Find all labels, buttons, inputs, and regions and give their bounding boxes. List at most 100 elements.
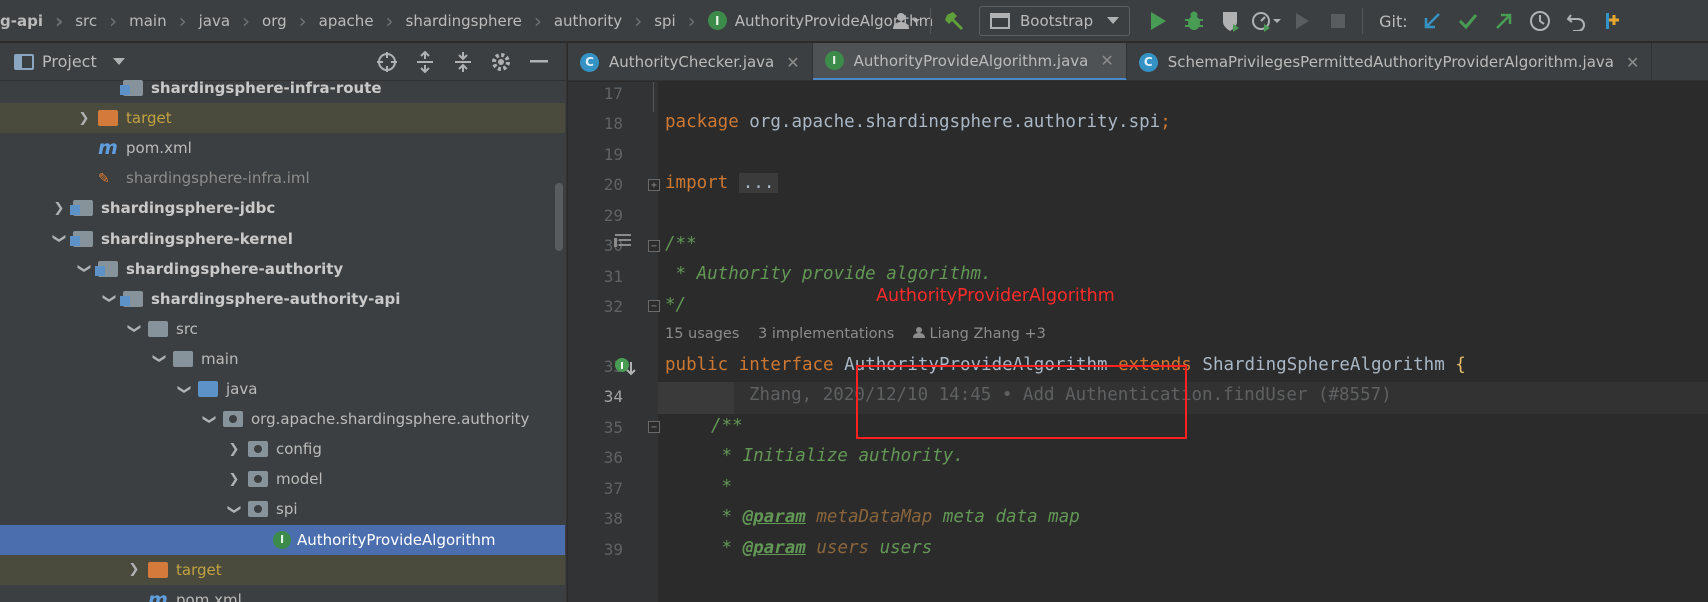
add-configuration-icon[interactable] bbox=[1594, 4, 1630, 38]
run-icon[interactable] bbox=[1140, 4, 1176, 38]
breadcrumb-item[interactable]: shardingsphere › bbox=[396, 11, 544, 31]
run-configuration-select[interactable]: Bootstrap bbox=[979, 6, 1131, 36]
tree-row[interactable]: ❯ config bbox=[0, 434, 565, 464]
breadcrumb-item[interactable]: main › bbox=[119, 11, 188, 31]
fold-collapse-icon[interactable]: − bbox=[648, 300, 660, 312]
tree-item-label: shardingsphere-kernel bbox=[101, 229, 293, 248]
code-line: * @param users users bbox=[711, 538, 933, 558]
chevron-right-icon[interactable]: ❯ bbox=[220, 442, 248, 457]
folded-imports[interactable]: ... bbox=[738, 173, 779, 193]
close-icon[interactable]: ✕ bbox=[1100, 51, 1113, 70]
fold-collapse-icon[interactable]: − bbox=[648, 240, 660, 252]
coverage-shield-icon[interactable] bbox=[1212, 4, 1248, 38]
build-hammer-icon[interactable] bbox=[937, 4, 973, 38]
chevron-down-icon[interactable]: ❯ bbox=[227, 495, 242, 523]
excluded-folder-icon bbox=[98, 110, 118, 127]
implementations-hint[interactable]: 3 implementations bbox=[758, 326, 894, 342]
navigation-bar: g-api › src › main › java › org › apache › sha… bbox=[0, 0, 1708, 42]
rollback-icon[interactable] bbox=[1558, 4, 1594, 38]
git-push-icon[interactable] bbox=[1486, 4, 1522, 38]
breadcrumb-item[interactable]: authority › bbox=[544, 11, 644, 31]
close-icon[interactable]: ✕ bbox=[1626, 53, 1639, 72]
project-tool-window: Project shardingsphere-infra-route ❯ targe… bbox=[0, 43, 567, 602]
profiler-icon[interactable] bbox=[1248, 4, 1284, 38]
breadcrumb-item[interactable]: src › bbox=[65, 11, 119, 31]
folder-icon bbox=[173, 350, 193, 367]
project-view-selector[interactable]: Project bbox=[14, 52, 125, 71]
tree-row[interactable]: ❯ main bbox=[0, 344, 565, 374]
tree-row[interactable]: ❯ target bbox=[0, 103, 565, 134]
usages-hint[interactable]: 15 usages bbox=[665, 326, 739, 342]
breadcrumb-item[interactable]: org › bbox=[252, 11, 309, 31]
close-icon[interactable]: ✕ bbox=[786, 53, 799, 72]
tree-item-label: config bbox=[276, 440, 322, 459]
implemented-by-icon[interactable]: I bbox=[614, 356, 636, 378]
tree-row[interactable]: ❯ shardingsphere-kernel bbox=[0, 224, 565, 254]
chevron-down-icon[interactable]: ❯ bbox=[77, 255, 92, 283]
tree-row[interactable]: ❯ org.apache.shardingsphere.authority bbox=[0, 404, 565, 434]
settings-gear-icon[interactable] bbox=[482, 51, 520, 73]
tree-row[interactable]: m pom.xml bbox=[0, 585, 565, 602]
code-line: package org.apache.shardingsphere.author… bbox=[665, 112, 1171, 132]
chevron-down-icon[interactable]: ❯ bbox=[52, 225, 67, 253]
tree-scrollbar[interactable] bbox=[555, 183, 563, 251]
chevron-down-icon[interactable]: ❯ bbox=[177, 375, 192, 403]
user-icon[interactable] bbox=[888, 4, 924, 38]
debug-bug-icon[interactable] bbox=[1176, 4, 1212, 38]
authors-hint[interactable]: Liang Zhang +3 bbox=[929, 326, 1045, 342]
chevron-down-icon[interactable]: ❯ bbox=[202, 405, 217, 433]
fold-collapse-icon[interactable]: − bbox=[648, 421, 660, 433]
main-toolbar: Bootstrap Git: bbox=[888, 0, 1630, 41]
tree-row[interactable]: ❯ target bbox=[0, 554, 565, 585]
chevron-right-icon[interactable]: ❯ bbox=[45, 201, 73, 216]
chevron-down-icon[interactable]: ❯ bbox=[102, 285, 117, 313]
tree-row[interactable]: ✎ shardingsphere-infra.iml bbox=[0, 163, 565, 193]
tab-authority-provide-algorithm[interactable]: I AuthorityProvideAlgorithm.java ✕ bbox=[812, 43, 1127, 80]
tab-authority-checker[interactable]: C AuthorityChecker.java ✕ bbox=[568, 43, 813, 80]
fold-expand-icon[interactable]: + bbox=[648, 179, 660, 191]
tab-label: AuthorityProvideAlgorithm.java bbox=[853, 51, 1089, 70]
chevron-right-icon[interactable]: ❯ bbox=[120, 562, 148, 577]
tree-row[interactable]: m pom.xml bbox=[0, 133, 565, 163]
iml-file-icon: ✎ bbox=[98, 171, 110, 188]
code-editor[interactable]: 17 18 19 20 29 30 31 32 33 34 35 36 37 3… bbox=[568, 82, 1708, 602]
locate-target-icon[interactable] bbox=[368, 51, 406, 73]
line-number: 39 bbox=[603, 540, 623, 559]
tree-item-label: pom.xml bbox=[126, 139, 192, 158]
tree-row[interactable]: ❯ src bbox=[0, 314, 565, 344]
chevron-down-icon[interactable]: ❯ bbox=[127, 315, 142, 343]
tree-row[interactable]: ❯ shardingsphere-jdbc bbox=[0, 193, 565, 223]
collapse-all-icon[interactable] bbox=[444, 51, 482, 73]
window-icon bbox=[990, 13, 1010, 29]
tree-row[interactable]: ❯ java bbox=[0, 374, 565, 404]
tree-row[interactable]: I AuthorityProvideAlgorithm bbox=[0, 524, 565, 555]
breadcrumb-item[interactable]: java › bbox=[189, 11, 252, 31]
git-commit-check-icon[interactable] bbox=[1450, 4, 1486, 38]
fold-guide bbox=[653, 82, 654, 112]
expand-all-icon[interactable] bbox=[406, 51, 444, 73]
breadcrumb-item[interactable]: apache › bbox=[309, 11, 396, 31]
line-number: 18 bbox=[603, 114, 623, 133]
tree-row[interactable]: ❯ model bbox=[0, 464, 565, 494]
super-interface-name[interactable]: ShardingSphereAlgorithm bbox=[1202, 355, 1444, 375]
line-number: 29 bbox=[603, 206, 623, 225]
breadcrumb-item[interactable]: g-api › bbox=[0, 11, 65, 31]
stop-icon bbox=[1320, 4, 1356, 38]
indent-highlight bbox=[658, 382, 734, 414]
git-update-icon[interactable] bbox=[1414, 4, 1450, 38]
chevron-right-icon[interactable]: ❯ bbox=[70, 111, 98, 126]
tree-row[interactable]: ❯ shardingsphere-authority-api bbox=[0, 284, 565, 314]
tree-item-label: shardingsphere-authority-api bbox=[151, 289, 401, 308]
chevron-down-icon[interactable]: ❯ bbox=[152, 345, 167, 373]
tree-row[interactable]: shardingsphere-infra-route bbox=[0, 73, 565, 103]
interface-icon: I bbox=[273, 530, 291, 549]
package-icon bbox=[248, 501, 268, 518]
tree-row[interactable]: ❯ spi bbox=[0, 494, 565, 524]
tree-row[interactable]: ❯ shardingsphere-authority bbox=[0, 254, 565, 284]
chevron-right-icon[interactable]: ❯ bbox=[220, 472, 248, 487]
structure-icon[interactable] bbox=[614, 233, 632, 254]
breadcrumb-item[interactable]: spi › bbox=[644, 11, 698, 31]
tab-schema-privileges-permitted[interactable]: C SchemaPrivilegesPermittedAuthorityProv… bbox=[1127, 43, 1653, 80]
hide-panel-icon[interactable] bbox=[520, 60, 558, 64]
history-clock-icon[interactable] bbox=[1522, 4, 1558, 38]
